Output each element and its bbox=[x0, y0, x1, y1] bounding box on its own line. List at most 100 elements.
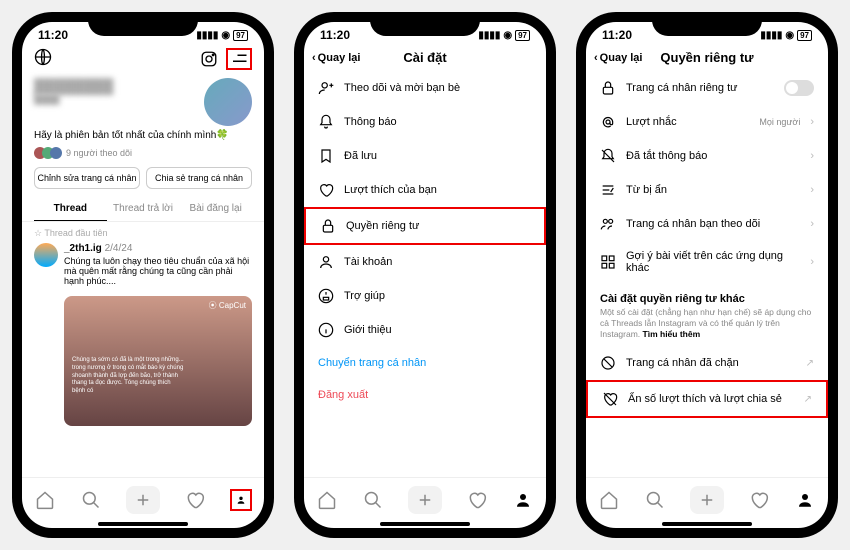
learn-more-link[interactable]: Tìm hiểu thêm bbox=[643, 329, 701, 339]
post-image[interactable]: ⦿ CapCut Chúng ta sớm có đã là một trong… bbox=[64, 296, 252, 426]
tab-thread[interactable]: Thread bbox=[34, 197, 107, 221]
external-icon: ↗ bbox=[804, 394, 812, 405]
heart-icon[interactable] bbox=[184, 489, 206, 511]
mentions-value: Mọi người bbox=[759, 117, 800, 127]
time-label: 11:20 bbox=[38, 28, 68, 42]
help-icon bbox=[318, 288, 334, 304]
notch bbox=[88, 12, 198, 36]
item-hidden-words[interactable]: Từ bị ẩn› bbox=[586, 173, 828, 207]
status-right: ▮▮▮▮ ◉ 97 bbox=[196, 30, 248, 41]
tab-bar bbox=[586, 477, 828, 518]
home-icon[interactable] bbox=[598, 489, 620, 511]
privacy-list: Trang cá nhân riêng tư Lượt nhắcMọi ngườ… bbox=[586, 71, 828, 477]
item-following-profiles[interactable]: Trang cá nhân bạn theo dõi› bbox=[586, 207, 828, 241]
profile-icon[interactable] bbox=[512, 489, 534, 511]
item-saved[interactable]: Đã lưu bbox=[304, 139, 546, 173]
phone-frame-1: 11:20 ▮▮▮▮ ◉ 97 ████████ ████ bbox=[12, 12, 274, 538]
tab-reposts[interactable]: Bài đăng lại bbox=[179, 197, 252, 221]
profile-icon[interactable] bbox=[794, 489, 816, 511]
item-privacy[interactable]: Quyền riêng tư bbox=[304, 207, 546, 245]
bookmark-icon bbox=[318, 148, 334, 164]
chevron-right-icon: › bbox=[810, 150, 814, 162]
back-label: Quay lại bbox=[600, 52, 643, 64]
item-about[interactable]: Giới thiệu bbox=[304, 313, 546, 347]
followers-count[interactable]: 9 người theo dõi bbox=[66, 148, 132, 158]
menu-icon[interactable] bbox=[226, 48, 252, 70]
item-blocked[interactable]: Trang cá nhân đã chặn↗ bbox=[586, 346, 828, 380]
notch bbox=[370, 12, 480, 36]
wifi-icon: ◉ bbox=[785, 30, 794, 41]
heart-off-icon bbox=[602, 391, 618, 407]
globe-icon[interactable] bbox=[34, 48, 52, 70]
compose-button[interactable] bbox=[126, 486, 160, 514]
chevron-right-icon: › bbox=[810, 256, 814, 268]
screen-1: 11:20 ▮▮▮▮ ◉ 97 ████████ ████ bbox=[22, 22, 264, 528]
item-help[interactable]: Trợ giúp bbox=[304, 279, 546, 313]
item-hide-likes-shares[interactable]: Ẩn số lượt thích và lượt chia sẻ↗ bbox=[586, 380, 828, 418]
item-muted[interactable]: Đã tắt thông báo› bbox=[586, 139, 828, 173]
avatar[interactable] bbox=[204, 78, 252, 126]
item-likes[interactable]: Lượt thích của bạn bbox=[304, 173, 546, 207]
search-icon[interactable] bbox=[80, 489, 102, 511]
chevron-right-icon: › bbox=[810, 116, 814, 128]
status-right: ▮▮▮▮ ◉ 97 bbox=[760, 30, 812, 41]
home-icon[interactable] bbox=[316, 489, 338, 511]
handle-blurred: ████ bbox=[34, 94, 113, 104]
header: ‹ Quay lại Quyền riêng tư bbox=[586, 44, 828, 71]
capcut-badge: ⦿ CapCut bbox=[209, 300, 246, 311]
phone-frame-3: 11:20 ▮▮▮▮ ◉ 97 ‹ Quay lại Quyền riêng t… bbox=[576, 12, 838, 538]
phone-frame-2: 11:20 ▮▮▮▮ ◉ 97 ‹ Quay lại Cài đặt Theo … bbox=[294, 12, 556, 538]
compose-button[interactable] bbox=[408, 486, 442, 514]
instagram-icon[interactable] bbox=[200, 50, 218, 68]
external-icon: ↗ bbox=[806, 358, 814, 369]
user-icon bbox=[318, 254, 334, 270]
text-icon bbox=[600, 182, 616, 198]
battery-label: 97 bbox=[233, 30, 248, 41]
grid-icon bbox=[600, 254, 616, 270]
share-profile-button[interactable]: Chia sẻ trang cá nhân bbox=[146, 167, 252, 189]
post-date: 2/4/24 bbox=[105, 243, 133, 254]
back-label: Quay lại bbox=[318, 52, 361, 64]
wifi-icon: ◉ bbox=[221, 30, 230, 41]
compose-button[interactable] bbox=[690, 486, 724, 514]
home-indicator bbox=[662, 522, 752, 526]
post-avatar[interactable] bbox=[34, 243, 58, 267]
post-username[interactable]: _2th1.ig bbox=[64, 243, 102, 254]
switch-profile-link[interactable]: Chuyển trang cá nhân bbox=[304, 347, 546, 379]
heart-icon[interactable] bbox=[748, 489, 770, 511]
post-text: Chúng ta luôn chạy theo tiêu chuẩn của x… bbox=[64, 256, 252, 286]
lock-icon bbox=[320, 218, 336, 234]
home-indicator bbox=[98, 522, 188, 526]
item-notifications[interactable]: Thông báo bbox=[304, 105, 546, 139]
time-label: 11:20 bbox=[320, 28, 350, 42]
back-button[interactable]: ‹ Quay lại bbox=[312, 52, 360, 64]
private-toggle[interactable] bbox=[784, 80, 814, 96]
profile-icon[interactable] bbox=[230, 489, 252, 511]
battery-label: 97 bbox=[515, 30, 530, 41]
item-suggest-posts[interactable]: Gợi ý bài viết trên các ứng dụng khác› bbox=[586, 241, 828, 283]
logout-link[interactable]: Đăng xuất bbox=[304, 379, 546, 411]
tab-bar bbox=[304, 477, 546, 518]
wifi-icon: ◉ bbox=[503, 30, 512, 41]
edit-profile-button[interactable]: Chỉnh sửa trang cá nhân bbox=[34, 167, 140, 189]
section-title: Cài đặt quyền riêng tư khác bbox=[586, 283, 828, 307]
home-icon[interactable] bbox=[34, 489, 56, 511]
item-mentions[interactable]: Lượt nhắcMọi người› bbox=[586, 105, 828, 139]
username-blurred: ████████ bbox=[34, 78, 113, 94]
heart-icon bbox=[318, 182, 334, 198]
search-icon[interactable] bbox=[362, 489, 384, 511]
heart-icon[interactable] bbox=[466, 489, 488, 511]
search-icon[interactable] bbox=[644, 489, 666, 511]
chevron-right-icon: › bbox=[810, 218, 814, 230]
item-account[interactable]: Tài khoản bbox=[304, 245, 546, 279]
back-button[interactable]: ‹ Quay lại bbox=[594, 52, 642, 64]
header: ‹ Quay lại Cài đặt bbox=[304, 44, 546, 71]
status-right: ▮▮▮▮ ◉ 97 bbox=[478, 30, 530, 41]
screen-2: 11:20 ▮▮▮▮ ◉ 97 ‹ Quay lại Cài đặt Theo … bbox=[304, 22, 546, 528]
home-indicator bbox=[380, 522, 470, 526]
item-private-profile[interactable]: Trang cá nhân riêng tư bbox=[586, 71, 828, 105]
item-follow-invite[interactable]: Theo dõi và mời bạn bè bbox=[304, 71, 546, 105]
tab-replies[interactable]: Thread trả lời bbox=[107, 197, 180, 221]
tab-bar bbox=[22, 477, 264, 518]
time-label: 11:20 bbox=[602, 28, 632, 42]
